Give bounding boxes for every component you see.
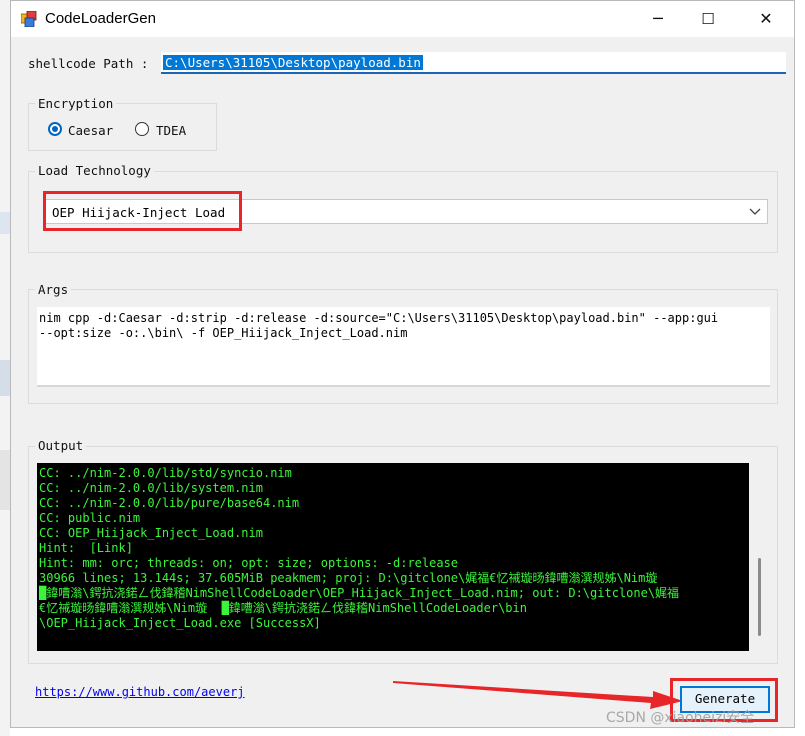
output-line: CC: ../nim-2.0.0/lib/system.nim	[39, 481, 263, 495]
output-scrollbar[interactable]	[749, 463, 771, 651]
args-line: --opt:size -o:.\bin\ -f OEP_Hiijack_Inje…	[39, 326, 408, 340]
load-technology-caption: Load Technology	[35, 163, 154, 178]
shellcode-path-label: shellcode Path :	[28, 56, 149, 71]
args-caption: Args	[35, 282, 72, 297]
tdea-radio-label[interactable]: TDEA	[156, 123, 186, 138]
output-scrollbar-thumb[interactable]	[758, 558, 761, 636]
args-textarea[interactable]: nim cpp -d:Caesar -d:strip -d:release -d…	[37, 307, 770, 387]
chevron-down-icon[interactable]	[749, 205, 761, 217]
github-link[interactable]: https://www.github.com/aeverj	[35, 685, 245, 699]
output-line: CC: public.nim	[39, 511, 141, 525]
window-title: CodeLoaderGen	[45, 10, 156, 27]
output-line: CC: OEP_Hiijack_Inject_Load.nim	[39, 526, 263, 540]
output-line: 30966 lines; 13.144s; 37.605MiB peakmem;…	[39, 571, 658, 585]
output-line: €忆祴璇旸鍏嘈滃潠规姊\Nim璇 █鍏嘈滃\鍔抗浇鍩ㄥ伐鍏稽NimShellCo…	[39, 601, 527, 615]
output-line: Hint: [Link]	[39, 541, 133, 555]
app-window: CodeLoaderGen ─ ☐ ✕ shellcode Path : C:\…	[10, 0, 795, 728]
background-fragment	[0, 360, 10, 396]
background-window-strip	[0, 0, 10, 736]
caesar-radio-label[interactable]: Caesar	[68, 123, 113, 138]
output-caption: Output	[35, 438, 87, 453]
caesar-radio[interactable]	[48, 122, 62, 136]
background-fragment	[0, 450, 10, 510]
output-line: █鍏嘈滃\鍔抗浇鍩ㄥ伐鍏稽NimShellCodeLoader\OEP_Hiij…	[39, 586, 680, 600]
shellcode-path-value: C:\Users\31105\Desktop\payload.bin	[163, 55, 423, 70]
maximize-button[interactable]: ☐	[683, 1, 733, 37]
background-fragment	[0, 212, 10, 234]
tdea-radio[interactable]	[135, 122, 149, 136]
args-line: nim cpp -d:Caesar -d:strip -d:release -d…	[39, 311, 719, 325]
output-line: CC: ../nim-2.0.0/lib/std/syncio.nim	[39, 466, 292, 480]
output-line: CC: ../nim-2.0.0/lib/pure/base64.nim	[39, 496, 300, 510]
shellcode-path-input[interactable]: C:\Users\31105\Desktop\payload.bin	[161, 52, 786, 74]
encryption-caption: Encryption	[35, 96, 117, 111]
app-icon	[21, 11, 37, 27]
title-bar[interactable]: CodeLoaderGen ─ ☐ ✕	[11, 1, 794, 37]
close-button[interactable]: ✕	[741, 1, 791, 37]
output-console[interactable]: CC: ../nim-2.0.0/lib/std/syncio.nim CC: …	[37, 463, 749, 651]
highlight-annotation-box	[43, 191, 242, 231]
watermark: CSDN @xiaoheizi安全	[606, 710, 755, 726]
minimize-button[interactable]: ─	[633, 1, 683, 37]
output-line: Hint: mm: orc; threads: on; opt: size; o…	[39, 556, 459, 570]
output-line: \OEP_Hiijack_Inject_Load.exe [SuccessX]	[39, 616, 321, 630]
